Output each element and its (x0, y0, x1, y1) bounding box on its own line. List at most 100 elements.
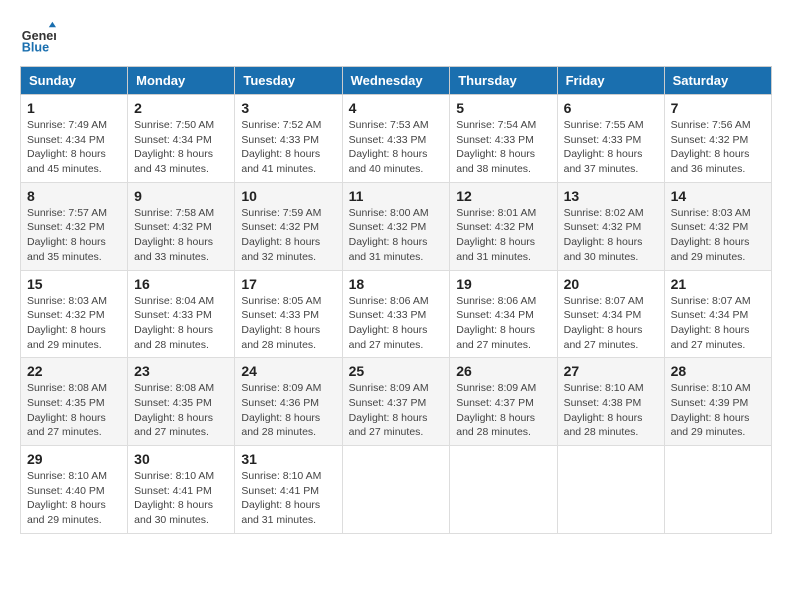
day-number: 27 (564, 363, 658, 379)
page-header: General Blue (20, 20, 772, 56)
calendar-cell: 1 Sunrise: 7:49 AMSunset: 4:34 PMDayligh… (21, 95, 128, 183)
day-info: Sunrise: 7:52 AMSunset: 4:33 PMDaylight:… (241, 118, 335, 177)
day-info: Sunrise: 8:03 AMSunset: 4:32 PMDaylight:… (671, 206, 765, 265)
calendar-cell: 29 Sunrise: 8:10 AMSunset: 4:40 PMDaylig… (21, 446, 128, 534)
calendar-week-2: 8 Sunrise: 7:57 AMSunset: 4:32 PMDayligh… (21, 182, 772, 270)
calendar-cell: 7 Sunrise: 7:56 AMSunset: 4:32 PMDayligh… (664, 95, 771, 183)
day-info: Sunrise: 8:07 AMSunset: 4:34 PMDaylight:… (564, 294, 658, 353)
calendar-table: SundayMondayTuesdayWednesdayThursdayFrid… (20, 66, 772, 534)
day-number: 12 (456, 188, 550, 204)
day-info: Sunrise: 7:49 AMSunset: 4:34 PMDaylight:… (27, 118, 121, 177)
day-info: Sunrise: 8:01 AMSunset: 4:32 PMDaylight:… (456, 206, 550, 265)
calendar-cell: 24 Sunrise: 8:09 AMSunset: 4:36 PMDaylig… (235, 358, 342, 446)
day-info: Sunrise: 7:54 AMSunset: 4:33 PMDaylight:… (456, 118, 550, 177)
calendar-cell: 20 Sunrise: 8:07 AMSunset: 4:34 PMDaylig… (557, 270, 664, 358)
day-number: 30 (134, 451, 228, 467)
calendar-cell: 13 Sunrise: 8:02 AMSunset: 4:32 PMDaylig… (557, 182, 664, 270)
svg-text:Blue: Blue (22, 41, 49, 55)
day-info: Sunrise: 7:56 AMSunset: 4:32 PMDaylight:… (671, 118, 765, 177)
calendar-cell: 2 Sunrise: 7:50 AMSunset: 4:34 PMDayligh… (128, 95, 235, 183)
day-number: 2 (134, 100, 228, 116)
calendar-cell: 27 Sunrise: 8:10 AMSunset: 4:38 PMDaylig… (557, 358, 664, 446)
day-info: Sunrise: 8:06 AMSunset: 4:33 PMDaylight:… (349, 294, 444, 353)
day-number: 3 (241, 100, 335, 116)
day-number: 1 (27, 100, 121, 116)
day-number: 29 (27, 451, 121, 467)
day-number: 7 (671, 100, 765, 116)
calendar-cell: 28 Sunrise: 8:10 AMSunset: 4:39 PMDaylig… (664, 358, 771, 446)
day-number: 13 (564, 188, 658, 204)
calendar-cell: 30 Sunrise: 8:10 AMSunset: 4:41 PMDaylig… (128, 446, 235, 534)
calendar-cell: 8 Sunrise: 7:57 AMSunset: 4:32 PMDayligh… (21, 182, 128, 270)
day-info: Sunrise: 8:07 AMSunset: 4:34 PMDaylight:… (671, 294, 765, 353)
calendar-week-3: 15 Sunrise: 8:03 AMSunset: 4:32 PMDaylig… (21, 270, 772, 358)
day-header-thursday: Thursday (450, 67, 557, 95)
calendar-cell: 31 Sunrise: 8:10 AMSunset: 4:41 PMDaylig… (235, 446, 342, 534)
day-info: Sunrise: 8:03 AMSunset: 4:32 PMDaylight:… (27, 294, 121, 353)
day-info: Sunrise: 8:09 AMSunset: 4:36 PMDaylight:… (241, 381, 335, 440)
calendar-body: 1 Sunrise: 7:49 AMSunset: 4:34 PMDayligh… (21, 95, 772, 534)
calendar-cell: 11 Sunrise: 8:00 AMSunset: 4:32 PMDaylig… (342, 182, 450, 270)
day-number: 10 (241, 188, 335, 204)
day-number: 17 (241, 276, 335, 292)
day-number: 31 (241, 451, 335, 467)
day-header-monday: Monday (128, 67, 235, 95)
day-info: Sunrise: 7:55 AMSunset: 4:33 PMDaylight:… (564, 118, 658, 177)
day-info: Sunrise: 8:10 AMSunset: 4:40 PMDaylight:… (27, 469, 121, 528)
day-number: 4 (349, 100, 444, 116)
day-info: Sunrise: 8:10 AMSunset: 4:41 PMDaylight:… (134, 469, 228, 528)
day-info: Sunrise: 7:57 AMSunset: 4:32 PMDaylight:… (27, 206, 121, 265)
day-info: Sunrise: 8:09 AMSunset: 4:37 PMDaylight:… (456, 381, 550, 440)
calendar-week-1: 1 Sunrise: 7:49 AMSunset: 4:34 PMDayligh… (21, 95, 772, 183)
day-header-tuesday: Tuesday (235, 67, 342, 95)
calendar-cell: 26 Sunrise: 8:09 AMSunset: 4:37 PMDaylig… (450, 358, 557, 446)
day-number: 9 (134, 188, 228, 204)
day-info: Sunrise: 8:08 AMSunset: 4:35 PMDaylight:… (134, 381, 228, 440)
calendar-cell: 3 Sunrise: 7:52 AMSunset: 4:33 PMDayligh… (235, 95, 342, 183)
calendar-cell: 4 Sunrise: 7:53 AMSunset: 4:33 PMDayligh… (342, 95, 450, 183)
day-info: Sunrise: 8:04 AMSunset: 4:33 PMDaylight:… (134, 294, 228, 353)
calendar-cell: 21 Sunrise: 8:07 AMSunset: 4:34 PMDaylig… (664, 270, 771, 358)
day-number: 11 (349, 188, 444, 204)
day-info: Sunrise: 8:08 AMSunset: 4:35 PMDaylight:… (27, 381, 121, 440)
day-header-sunday: Sunday (21, 67, 128, 95)
calendar-cell: 10 Sunrise: 7:59 AMSunset: 4:32 PMDaylig… (235, 182, 342, 270)
day-info: Sunrise: 8:09 AMSunset: 4:37 PMDaylight:… (349, 381, 444, 440)
logo-icon: General Blue (20, 20, 56, 56)
calendar-cell (557, 446, 664, 534)
day-info: Sunrise: 8:10 AMSunset: 4:38 PMDaylight:… (564, 381, 658, 440)
calendar-cell: 6 Sunrise: 7:55 AMSunset: 4:33 PMDayligh… (557, 95, 664, 183)
day-number: 14 (671, 188, 765, 204)
day-info: Sunrise: 8:00 AMSunset: 4:32 PMDaylight:… (349, 206, 444, 265)
calendar-cell: 15 Sunrise: 8:03 AMSunset: 4:32 PMDaylig… (21, 270, 128, 358)
day-number: 26 (456, 363, 550, 379)
day-number: 15 (27, 276, 121, 292)
logo: General Blue (20, 20, 60, 56)
day-info: Sunrise: 7:50 AMSunset: 4:34 PMDaylight:… (134, 118, 228, 177)
day-info: Sunrise: 8:10 AMSunset: 4:41 PMDaylight:… (241, 469, 335, 528)
day-number: 23 (134, 363, 228, 379)
calendar-cell: 18 Sunrise: 8:06 AMSunset: 4:33 PMDaylig… (342, 270, 450, 358)
calendar-cell: 9 Sunrise: 7:58 AMSunset: 4:32 PMDayligh… (128, 182, 235, 270)
calendar-week-5: 29 Sunrise: 8:10 AMSunset: 4:40 PMDaylig… (21, 446, 772, 534)
day-info: Sunrise: 7:59 AMSunset: 4:32 PMDaylight:… (241, 206, 335, 265)
calendar-week-4: 22 Sunrise: 8:08 AMSunset: 4:35 PMDaylig… (21, 358, 772, 446)
calendar-cell: 17 Sunrise: 8:05 AMSunset: 4:33 PMDaylig… (235, 270, 342, 358)
day-number: 21 (671, 276, 765, 292)
day-info: Sunrise: 8:02 AMSunset: 4:32 PMDaylight:… (564, 206, 658, 265)
calendar-cell (664, 446, 771, 534)
day-info: Sunrise: 7:58 AMSunset: 4:32 PMDaylight:… (134, 206, 228, 265)
day-number: 8 (27, 188, 121, 204)
calendar-cell: 19 Sunrise: 8:06 AMSunset: 4:34 PMDaylig… (450, 270, 557, 358)
calendar-cell: 22 Sunrise: 8:08 AMSunset: 4:35 PMDaylig… (21, 358, 128, 446)
calendar-cell (342, 446, 450, 534)
calendar-cell: 5 Sunrise: 7:54 AMSunset: 4:33 PMDayligh… (450, 95, 557, 183)
day-number: 5 (456, 100, 550, 116)
calendar-cell: 16 Sunrise: 8:04 AMSunset: 4:33 PMDaylig… (128, 270, 235, 358)
calendar-header-row: SundayMondayTuesdayWednesdayThursdayFrid… (21, 67, 772, 95)
day-info: Sunrise: 7:53 AMSunset: 4:33 PMDaylight:… (349, 118, 444, 177)
day-number: 28 (671, 363, 765, 379)
day-number: 20 (564, 276, 658, 292)
day-number: 19 (456, 276, 550, 292)
day-header-saturday: Saturday (664, 67, 771, 95)
